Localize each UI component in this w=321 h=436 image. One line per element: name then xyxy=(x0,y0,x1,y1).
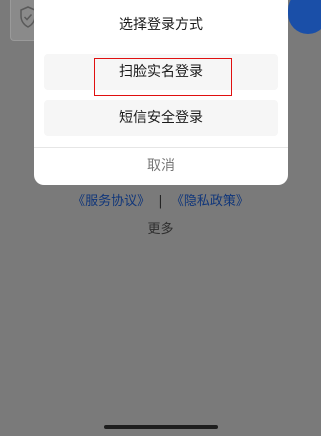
links-separator: | xyxy=(158,194,163,209)
more-link[interactable]: 更多 xyxy=(0,218,321,237)
service-agreement-link[interactable]: 《服务协议》 xyxy=(72,194,150,209)
agreement-links: 《服务协议》 | 《隐私政策》 xyxy=(0,190,321,209)
cancel-button[interactable]: 取消 xyxy=(34,148,288,185)
login-method-sheet: 选择登录方式 扫脸实名登录 短信安全登录 取消 xyxy=(34,0,288,185)
sms-login-button[interactable]: 短信安全登录 xyxy=(44,100,278,136)
face-login-button[interactable]: 扫脸实名登录 xyxy=(44,54,278,90)
home-indicator xyxy=(104,425,218,429)
sheet-title: 选择登录方式 xyxy=(119,17,203,33)
privacy-policy-link[interactable]: 《隐私政策》 xyxy=(171,194,249,209)
